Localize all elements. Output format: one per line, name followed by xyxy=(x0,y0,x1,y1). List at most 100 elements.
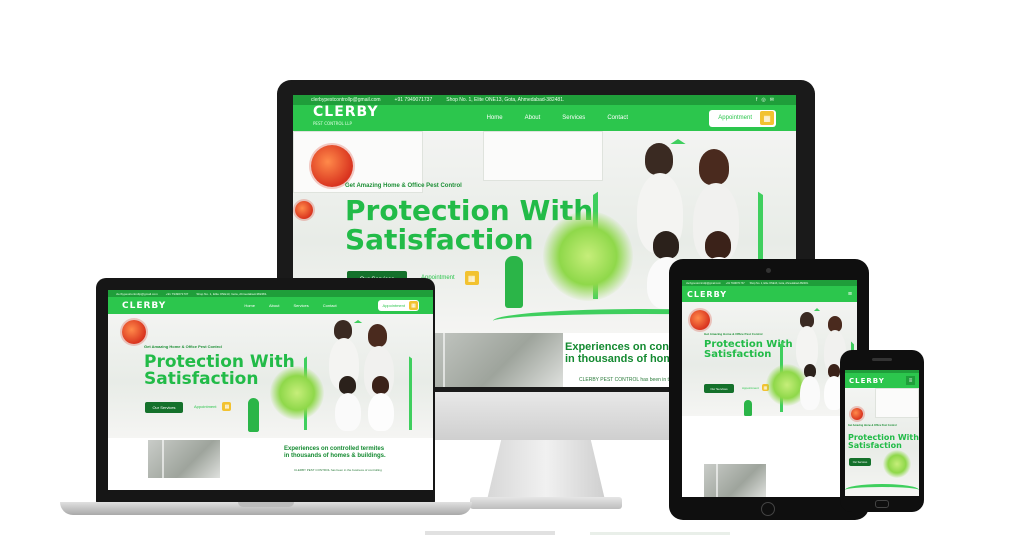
spray-cloud xyxy=(543,211,633,301)
appointment-button[interactable]: Appointment ▦ xyxy=(377,300,419,311)
navbar: CLERBY PEST CONTROL LLP Home About Servi… xyxy=(293,105,796,131)
spray-cloud xyxy=(883,450,911,478)
topbar-email[interactable]: clerbypestcontrollp@gmail.com xyxy=(686,282,721,285)
nav-home[interactable]: Home xyxy=(487,115,503,121)
green-swoosh xyxy=(845,484,919,496)
hero-appointment-label: Appointment xyxy=(194,404,217,409)
virus-icon xyxy=(690,310,710,330)
topbar-address: Shop No. 1, Elite ONE13, Gota, Ahmedabad… xyxy=(196,291,268,296)
headline-line-2: Satisfaction xyxy=(704,349,772,361)
cropped-device-edge xyxy=(425,531,555,535)
nav-about[interactable]: About xyxy=(269,303,279,308)
hero-headline: Protection With Satisfaction xyxy=(848,433,919,451)
nav-about[interactable]: About xyxy=(525,115,541,121)
nav-services[interactable]: Services xyxy=(293,303,308,308)
nav-contact[interactable]: Contact xyxy=(323,303,337,308)
hero-eyebrow: Get Amazing Home & Office Pest Control xyxy=(144,344,222,349)
headline-line-2: Satisfaction xyxy=(848,441,902,451)
logo-text: CLERBY xyxy=(122,300,167,311)
laptop-notch xyxy=(238,502,294,507)
topbar-phone[interactable]: +91 7949071737 xyxy=(166,292,189,296)
appointment-label: Appointment xyxy=(382,303,405,308)
tablet-screen: clerbypestcontrollp@gmail.com +91 794907… xyxy=(682,280,857,497)
experience-section xyxy=(682,416,857,497)
services-button[interactable]: Our Services xyxy=(704,384,734,393)
spray-cloud xyxy=(270,366,324,420)
hero-eyebrow: Get Amazing Home & Office Pest Control xyxy=(345,183,462,189)
services-button[interactable]: Our Services xyxy=(849,458,871,466)
hero-eyebrow: Get Amazing Home & Office Pest Control xyxy=(848,424,897,427)
logo-text: CLERBY xyxy=(849,376,885,385)
hero: Get Amazing Home & Office Pest Control P… xyxy=(845,388,919,496)
pest-control-worker xyxy=(248,398,259,432)
appointment-button[interactable]: Appointment ▦ xyxy=(709,109,776,127)
experience-image xyxy=(148,440,220,478)
kitchen-cabinet xyxy=(875,388,919,418)
topbar-address: Shop No. 1, Elite ONE13, Gota, Ahmedabad… xyxy=(749,281,809,285)
phone-screen: CLERBY ≡ Get Amazing Home & Office Pest … xyxy=(845,370,919,496)
menu-icon[interactable]: ≡ xyxy=(906,376,915,385)
hero-appointment-button[interactable]: Appointment ▦ xyxy=(194,402,232,411)
hero: Get Amazing Home & Office Pest Control P… xyxy=(682,302,857,416)
virus-icon xyxy=(122,320,146,344)
topbar-phone[interactable]: +91 7949071737 xyxy=(395,97,433,103)
family-photo xyxy=(320,318,416,433)
phone-home-button xyxy=(875,500,889,508)
experience-body: CLERBY PEST CONTROL has been in th xyxy=(579,377,672,383)
laptop-screen: clerbypestcontrollp@gmail.com +91 794907… xyxy=(108,290,433,490)
phone-speaker xyxy=(872,358,892,361)
pest-control-worker xyxy=(744,400,752,416)
topbar: clerbypestcontrollp@gmail.com +91 794907… xyxy=(108,290,433,297)
services-button[interactable]: Our Services xyxy=(145,402,183,413)
hero: Get Amazing Home & Office Pest Control P… xyxy=(108,314,433,438)
tablet-camera xyxy=(766,268,771,273)
experience-image xyxy=(413,333,563,387)
logo[interactable]: CLERBY PEST CONTROL LLP xyxy=(313,105,379,129)
pest-control-worker xyxy=(505,256,523,308)
nav-menu: Home About Services Contact xyxy=(244,303,336,308)
logo-text: CLERBY xyxy=(687,289,728,299)
navbar: CLERBY ≡ xyxy=(845,373,919,388)
headline-line-1: Protection With xyxy=(345,194,594,227)
virus-icon xyxy=(851,408,863,420)
monitor-stand xyxy=(487,440,605,500)
navbar: CLERBY ≡ xyxy=(682,286,857,302)
experience-section: Experiences on controlled termites in th… xyxy=(108,438,433,490)
logo[interactable]: CLERBY xyxy=(122,301,166,311)
nav-menu: Home About Services Contact xyxy=(487,115,628,121)
experience-body: CLERBY PEST CONTROL has been in the busi… xyxy=(294,468,382,472)
instagram-icon[interactable]: ◎ xyxy=(761,97,769,103)
calendar-icon: ▦ xyxy=(464,271,479,285)
email-icon[interactable]: ✉ xyxy=(770,97,778,103)
nav-contact[interactable]: Contact xyxy=(607,115,628,121)
topbar-address: Shop No. 1, Elite ONE13, Gota, Ahmedabad… xyxy=(446,97,565,103)
calendar-icon: ▦ xyxy=(222,402,232,411)
kitchen-cabinet xyxy=(483,131,603,181)
monitor-base xyxy=(470,497,622,509)
experience-title: Experiences on controlled termites in th… xyxy=(284,446,386,459)
experience-title-line-2: in thousands of homes & buildings. xyxy=(284,452,386,459)
topbar-email[interactable]: clerbypestcontrollp@gmail.com xyxy=(311,97,381,103)
appointment-label: Appointment xyxy=(718,115,752,121)
hero-appointment-button[interactable]: Appointment ▦ xyxy=(742,384,769,391)
virus-icon xyxy=(311,145,353,187)
virus-icon xyxy=(295,201,313,219)
experience-title-line-1: Experiences on controlled termites xyxy=(284,446,385,452)
nav-services[interactable]: Services xyxy=(562,115,585,121)
logo[interactable]: CLERBY xyxy=(849,377,885,385)
calendar-icon: ▦ xyxy=(760,111,774,125)
responsive-mockup: clerbypestcontrollp@gmail.com +91 794907… xyxy=(0,0,1024,535)
topbar-email[interactable]: clerbypestcontrollp@gmail.com xyxy=(116,292,158,296)
tablet-home-button xyxy=(761,502,775,516)
topbar-phone[interactable]: +91 7949071737 xyxy=(726,282,745,285)
hero-appointment-label: Appointment xyxy=(742,385,759,390)
experience-image xyxy=(704,464,766,497)
logo[interactable]: CLERBY xyxy=(687,290,727,299)
navbar: CLERBY Home About Services Contact Appoi… xyxy=(108,297,433,314)
hero-headline: Protection With Satisfaction xyxy=(704,339,793,361)
menu-icon[interactable]: ≡ xyxy=(848,291,852,298)
hero-eyebrow: Get Amazing Home & Office Pest Control xyxy=(704,332,763,336)
nav-home[interactable]: Home xyxy=(244,303,255,308)
calendar-icon: ▦ xyxy=(409,301,418,310)
social-icons: f◎✉ xyxy=(756,97,778,103)
